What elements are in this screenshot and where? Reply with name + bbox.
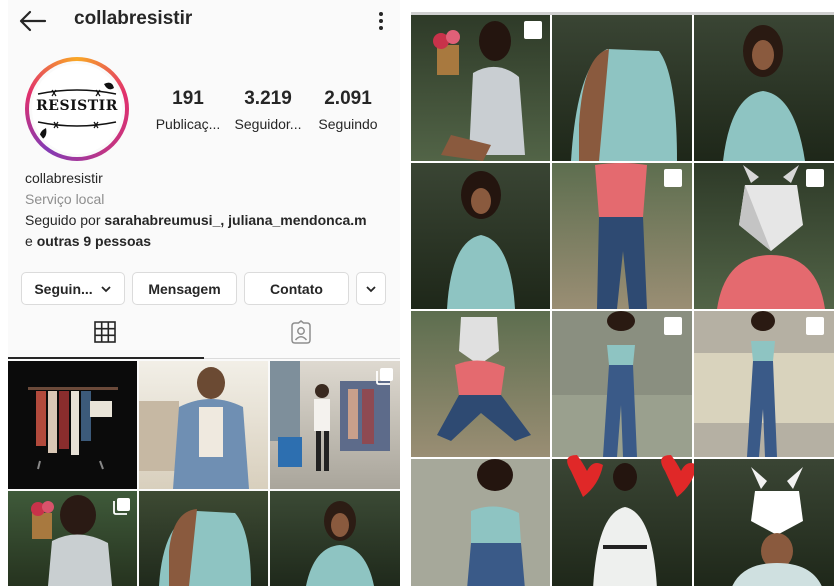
stat-following-value: 2.091 <box>324 88 372 109</box>
post-thumbnail[interactable] <box>552 163 692 309</box>
carousel-icon <box>664 169 682 187</box>
profile-bio: collabresistir Serviço local Seguido por… <box>25 168 395 252</box>
post-thumbnail[interactable] <box>139 361 268 489</box>
followed-by[interactable]: Seguido por sarahabreumusi_, juliana_men… <box>25 210 395 231</box>
post-thumbnail[interactable] <box>411 163 550 309</box>
post-thumbnail[interactable] <box>411 311 550 457</box>
stat-followers[interactable]: 3.219 Seguidor... <box>228 88 308 132</box>
chevron-down-icon <box>101 285 111 292</box>
post-thumbnail[interactable] <box>270 361 400 489</box>
post-thumbnail[interactable] <box>552 455 697 586</box>
grid-icon[interactable] <box>93 320 117 344</box>
post-thumbnail[interactable] <box>411 15 550 161</box>
post-thumbnail[interactable] <box>694 311 834 457</box>
carousel-icon <box>113 498 130 515</box>
top-bar: collabresistir <box>8 0 400 44</box>
active-tab-indicator <box>8 357 204 359</box>
profile-category: Serviço local <box>25 191 105 207</box>
stat-posts-label: Publicaç... <box>155 116 221 132</box>
tagged-person-icon[interactable] <box>289 320 313 344</box>
carousel-icon <box>524 21 542 39</box>
carousel-icon <box>806 317 824 335</box>
post-thumbnail[interactable] <box>694 163 834 309</box>
followed-by-others[interactable]: e outras 9 pessoas <box>25 231 395 252</box>
suggestions-toggle-button[interactable] <box>356 272 386 305</box>
post-thumbnail[interactable] <box>411 459 550 586</box>
posts-grid-canvas <box>411 15 834 586</box>
followed-and: e <box>25 233 37 249</box>
stat-followers-value: 3.219 <box>244 88 292 109</box>
post-thumbnail[interactable] <box>694 15 834 161</box>
more-options-icon[interactable] <box>374 10 388 32</box>
message-button[interactable]: Mensagem <box>132 272 237 305</box>
post-thumbnail[interactable] <box>552 311 692 457</box>
profile-stats: 191 Publicaç... 3.219 Seguidor... 2.091 … <box>148 88 388 132</box>
post-thumbnail[interactable] <box>270 491 400 586</box>
stat-following[interactable]: 2.091 Seguindo <box>308 88 388 132</box>
following-label: Seguin... <box>34 280 93 297</box>
chevron-down-icon <box>366 285 376 292</box>
post-thumbnail[interactable] <box>552 15 692 161</box>
stat-posts-value: 191 <box>172 88 204 109</box>
stat-followers-label: Seguidor... <box>234 116 302 132</box>
stat-following-label: Seguindo <box>318 116 378 132</box>
username-title: collabresistir <box>74 8 193 29</box>
carousel-icon <box>376 368 393 385</box>
followed-users[interactable]: sarahabreumusi_, juliana_mendonca.m <box>104 212 366 228</box>
profile-name: collabresistir <box>25 170 103 186</box>
profile-avatar[interactable]: RESISTIR <box>25 57 129 161</box>
following-button[interactable]: Seguin... <box>21 272 125 305</box>
carousel-icon <box>806 169 824 187</box>
post-thumbnail[interactable] <box>8 361 137 489</box>
post-thumbnail[interactable] <box>694 459 834 586</box>
post-thumbnail[interactable] <box>139 491 268 586</box>
followed-others[interactable]: outras 9 pessoas <box>37 233 151 249</box>
followed-prefix: Seguido por <box>25 212 105 228</box>
posts-grid-expanded <box>411 12 834 586</box>
profile-tabs <box>8 312 400 359</box>
post-thumbnail[interactable] <box>8 491 137 586</box>
profile-actions: Seguin... Mensagem Contato <box>21 272 399 305</box>
posts-grid <box>8 361 400 586</box>
logo-wordmark: RESISTIR <box>36 98 118 114</box>
back-arrow-icon[interactable] <box>18 8 48 34</box>
profile-screen: collabresistir RESISTIR 191 Publicaç... … <box>8 0 400 586</box>
contact-button[interactable]: Contato <box>244 272 349 305</box>
carousel-icon <box>664 317 682 335</box>
stat-posts[interactable]: 191 Publicaç... <box>148 88 228 132</box>
